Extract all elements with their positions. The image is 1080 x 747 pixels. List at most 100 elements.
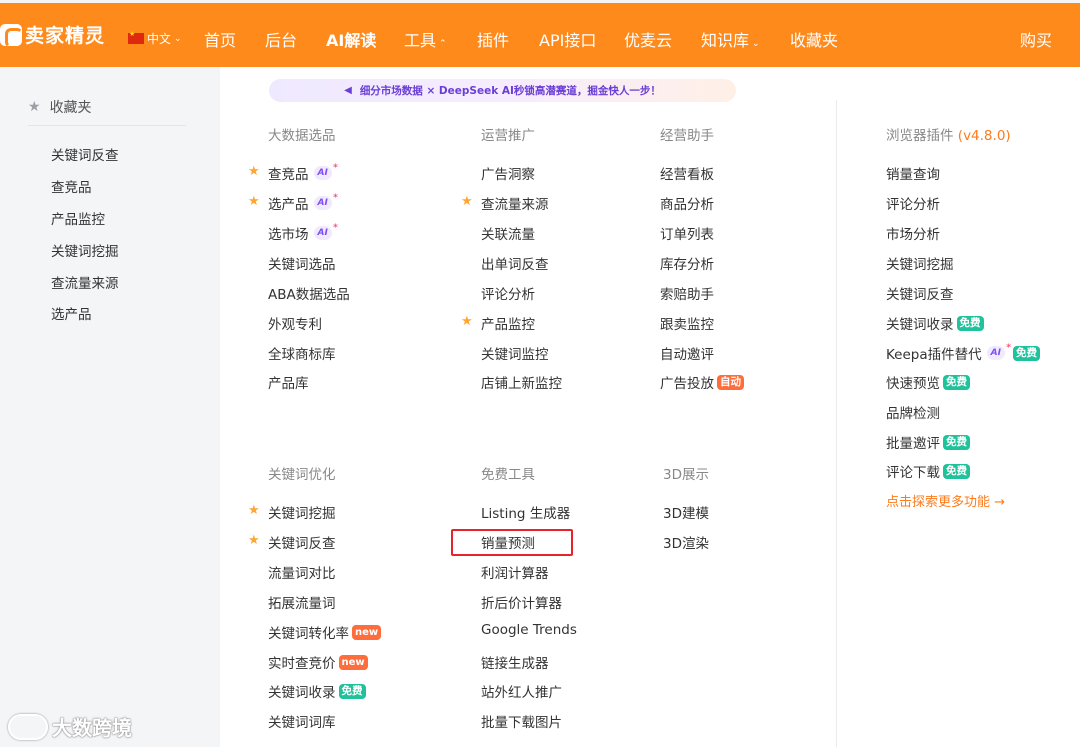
- menu-item-label: 快速预览: [886, 376, 940, 392]
- menu-item-discount-calculator[interactable]: 折后价计算器: [481, 592, 562, 612]
- sidebar-item-keyword-reverse[interactable]: 关键词反查: [51, 144, 119, 164]
- section-title-promotion: 运营推广: [481, 128, 535, 144]
- menu-item-dashboard[interactable]: 经营看板: [660, 163, 714, 183]
- nav-youmaiyun[interactable]: 优麦云: [624, 27, 672, 51]
- language-label: 中文: [147, 32, 172, 46]
- free-badge: 免费: [956, 315, 984, 331]
- menu-item-select-market[interactable]: 选市场 AI: [268, 221, 338, 243]
- plugin-item-keepa-alternative[interactable]: Keepa插件替代AI免费: [886, 341, 1040, 363]
- menu-item-inventory[interactable]: 库存分析: [660, 253, 714, 273]
- menu-item-product-analysis[interactable]: 商品分析: [660, 193, 714, 213]
- menu-item-label: 关键词转化率: [268, 626, 349, 642]
- menu-item-hijack-monitor[interactable]: 跟卖监控: [660, 313, 714, 333]
- menu-item-ad-insight[interactable]: 广告洞察: [481, 163, 535, 183]
- watermark: 大数跨境: [8, 712, 132, 741]
- menu-item-keyword-mining[interactable]: 关键词挖掘: [268, 502, 336, 522]
- menu-item-keyword-index[interactable]: 关键词收录 免费: [268, 681, 366, 701]
- plugin-item-review-analysis[interactable]: 评论分析: [886, 193, 940, 213]
- free-badge: 免费: [1012, 345, 1040, 361]
- menu-item-label: 批量邀评: [886, 436, 940, 452]
- divider: [28, 125, 186, 126]
- section-title-keywords: 关键词优化: [268, 467, 336, 483]
- ai-badge: AI: [313, 161, 338, 180]
- ai-badge: AI: [313, 191, 338, 210]
- menu-item-claim-assistant[interactable]: 索赔助手: [660, 283, 714, 303]
- section-title-free-tools: 免费工具: [481, 467, 535, 483]
- nav-knowledge-label: 知识库: [701, 31, 750, 50]
- plugin-version: (v4.8.0): [957, 128, 1011, 144]
- menu-item-competitor[interactable]: 查竞品 AI: [268, 161, 338, 183]
- menu-item-google-trends[interactable]: Google Trends: [481, 622, 577, 638]
- menu-item-order-list[interactable]: 订单列表: [660, 223, 714, 243]
- menu-item-traffic-word-compare[interactable]: 流量词对比: [268, 562, 336, 582]
- menu-item-ad-placement[interactable]: 广告投放 自动: [660, 372, 744, 392]
- menu-item-aba-data[interactable]: ABA数据选品: [268, 283, 350, 303]
- logo-icon: [0, 23, 23, 48]
- nav-home[interactable]: 首页: [204, 27, 236, 51]
- logo-text: 卖家精灵: [25, 25, 106, 47]
- plugin-item-quick-preview[interactable]: 快速预览 免费: [886, 372, 970, 392]
- menu-item-review-analysis[interactable]: 评论分析: [481, 283, 535, 303]
- menu-item-listing-generator[interactable]: Listing 生成器: [481, 502, 570, 522]
- menu-item-design-patent[interactable]: 外观专利: [268, 313, 322, 333]
- nav-backend[interactable]: 后台: [265, 27, 297, 51]
- star-icon: ★: [248, 164, 260, 179]
- sidebar-item-competitor[interactable]: 查竞品: [51, 176, 92, 196]
- menu-item-select-product[interactable]: 选产品 AI: [268, 191, 338, 213]
- menu-item-link-generator[interactable]: 链接生成器: [481, 652, 549, 672]
- plugin-item-market-analysis[interactable]: 市场分析: [886, 223, 940, 243]
- plugin-item-bulk-review-request[interactable]: 批量邀评 免费: [886, 432, 970, 452]
- menu-item-store-new-monitor[interactable]: 店铺上新监控: [481, 372, 562, 392]
- plugin-item-keyword-index[interactable]: 关键词收录 免费: [886, 313, 984, 333]
- logo[interactable]: 卖家精灵: [0, 21, 105, 48]
- sidebar-item-traffic-source[interactable]: 查流量来源: [51, 272, 119, 292]
- menu-item-keyword-library[interactable]: 关键词词库: [268, 711, 336, 731]
- nav-knowledge-base[interactable]: 知识库 ⌄: [701, 27, 760, 51]
- menu-item-product-db[interactable]: 产品库: [268, 372, 309, 392]
- menu-item-keyword-monitor[interactable]: 关键词监控: [481, 343, 549, 363]
- menu-item-realtime-bid[interactable]: 实时查竞价 new: [268, 652, 368, 672]
- menu-item-influencer[interactable]: 站外红人推广: [481, 681, 562, 701]
- sidebar-item-select-product[interactable]: 选产品: [51, 303, 92, 323]
- nav-api[interactable]: API接口: [539, 27, 596, 51]
- menu-item-3d-render[interactable]: 3D渲染: [663, 532, 709, 552]
- sidebar-item-keyword-mining[interactable]: 关键词挖掘: [51, 240, 119, 260]
- menu-item-product-monitor[interactable]: 产品监控: [481, 313, 535, 333]
- menu-item-expand-traffic-word[interactable]: 拓展流量词: [268, 592, 336, 612]
- plugin-item-review-download[interactable]: 评论下载 免费: [886, 461, 970, 481]
- chevron-up-icon: ⌃: [439, 39, 447, 49]
- menu-item-keyword-reverse[interactable]: 关键词反查: [268, 532, 336, 552]
- menu-item-profit-calculator[interactable]: 利润计算器: [481, 562, 549, 582]
- menu-item-keyword-conversion[interactable]: 关键词转化率 new: [268, 622, 382, 642]
- menu-item-keyword-select[interactable]: 关键词选品: [268, 253, 336, 273]
- sidebar-item-product-monitor[interactable]: 产品监控: [51, 208, 105, 228]
- menu-item-trademark[interactable]: 全球商标库: [268, 343, 336, 363]
- buy-link[interactable]: 购买: [1020, 27, 1052, 51]
- menu-item-related-traffic[interactable]: 关联流量: [481, 223, 535, 243]
- menu-item-order-keyword[interactable]: 出单词反查: [481, 253, 549, 273]
- chevron-down-icon: ⌄: [174, 33, 182, 44]
- nav-tools-label: 工具: [404, 31, 437, 50]
- favorites-title: 收藏夹: [49, 100, 92, 116]
- plugin-item-brand-check[interactable]: 品牌检测: [886, 402, 940, 422]
- plugin-item-keyword-mining[interactable]: 关键词挖掘: [886, 253, 954, 273]
- chevron-down-icon: ⌄: [752, 39, 760, 49]
- language-switcher[interactable]: 中文 ⌄: [128, 30, 182, 47]
- plugin-item-sales-query[interactable]: 销量查询: [886, 163, 940, 183]
- menu-item-label: 查竞品: [268, 167, 309, 183]
- promo-banner[interactable]: ◀ 细分市场数据 × DeepSeek AI秒锁高潜赛道，掘金快人一步！: [269, 79, 736, 102]
- menu-item-bulk-image-download[interactable]: 批量下载图片: [481, 711, 562, 731]
- free-badge: 免费: [943, 463, 970, 479]
- nav-ai-interpretation[interactable]: AI解读: [326, 27, 376, 51]
- star-icon: ★: [248, 533, 260, 548]
- menu-item-auto-review-request[interactable]: 自动邀评: [660, 343, 714, 363]
- nav-plugins[interactable]: 插件: [477, 27, 509, 51]
- watermark-text: 大数跨境: [52, 716, 132, 740]
- menu-item-label: Keepa插件替代: [886, 347, 982, 363]
- menu-item-3d-modeling[interactable]: 3D建模: [663, 502, 709, 522]
- menu-item-traffic-source[interactable]: 查流量来源: [481, 193, 549, 213]
- explore-more-link[interactable]: 点击探索更多功能 →: [886, 491, 1005, 510]
- nav-favorites[interactable]: 收藏夹: [790, 27, 838, 51]
- nav-tools[interactable]: 工具 ⌃: [404, 27, 447, 51]
- plugin-item-keyword-reverse[interactable]: 关键词反查: [886, 283, 954, 303]
